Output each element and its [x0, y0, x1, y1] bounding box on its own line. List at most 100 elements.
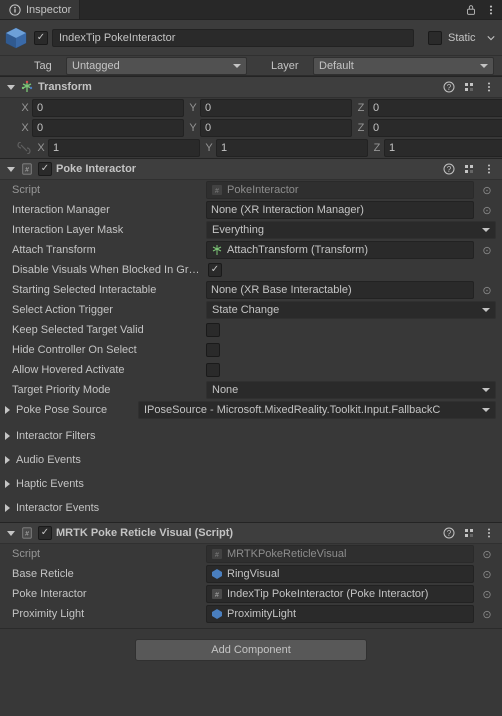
gameobject-icon[interactable]: [2, 24, 30, 52]
tag-label: Tag: [34, 60, 60, 72]
svg-text:#: #: [215, 188, 219, 195]
inspector-tab[interactable]: Inspector: [0, 0, 80, 19]
svg-text:#: #: [25, 531, 29, 538]
transform-icon: [211, 244, 223, 256]
object-picker-icon[interactable]: ⊙: [478, 201, 496, 219]
preset-icon[interactable]: [462, 526, 476, 540]
scale-y[interactable]: [216, 139, 368, 157]
transform-icon: [20, 80, 34, 94]
preset-icon[interactable]: [462, 80, 476, 94]
tag-layer-row: Tag Untagged Layer Default: [0, 56, 502, 76]
position-z[interactable]: [368, 99, 502, 117]
active-checkbox[interactable]: [34, 31, 48, 45]
interactor-events-foldout[interactable]: Interactor Events: [0, 498, 502, 518]
gameobject-header: Static: [0, 20, 502, 56]
poke-interactor-enabled[interactable]: [38, 162, 52, 176]
static-checkbox[interactable]: [428, 31, 442, 45]
svg-text:#: #: [215, 592, 219, 599]
gameobject-icon: [211, 608, 223, 620]
preset-icon[interactable]: [462, 162, 476, 176]
layer-mask-dropdown[interactable]: Everything: [206, 221, 496, 239]
tag-dropdown[interactable]: Untagged: [66, 57, 247, 75]
base-reticle-row: Base Reticle RingVisual ⊙: [0, 564, 502, 584]
position-row: Position X Y Z: [0, 98, 502, 118]
poke-interactor-header[interactable]: # Poke Interactor ?: [0, 158, 502, 180]
attach-transform-row: Attach Transform AttachTransform (Transf…: [0, 240, 502, 260]
position-x[interactable]: [32, 99, 184, 117]
add-component-button[interactable]: Add Component: [135, 639, 367, 661]
object-picker-icon[interactable]: ⊙: [478, 281, 496, 299]
rotation-z[interactable]: [368, 119, 502, 137]
foldout-icon[interactable]: [2, 405, 12, 415]
kebab-menu-icon[interactable]: [484, 3, 498, 17]
kebab-menu-icon[interactable]: [482, 526, 496, 540]
kebab-menu-icon[interactable]: [482, 162, 496, 176]
svg-text:#: #: [215, 552, 219, 559]
transform-header[interactable]: Transform ?: [0, 76, 502, 98]
object-picker-icon[interactable]: ⊙: [478, 241, 496, 259]
script-icon: #: [20, 526, 34, 540]
audio-events-foldout[interactable]: Audio Events: [0, 450, 502, 470]
attach-transform-field[interactable]: AttachTransform (Transform): [206, 241, 474, 259]
interaction-manager-field[interactable]: None (XR Interaction Manager): [206, 201, 474, 219]
object-picker-icon[interactable]: ⊙: [478, 545, 496, 563]
rotation-x[interactable]: [32, 119, 184, 137]
base-reticle-field[interactable]: RingVisual: [206, 565, 474, 583]
reticle-visual-enabled[interactable]: [38, 526, 52, 540]
hide-controller-checkbox[interactable]: [206, 343, 220, 357]
target-priority-dropdown[interactable]: None: [206, 381, 496, 399]
keep-selected-checkbox[interactable]: [206, 323, 220, 337]
starting-interactable-field[interactable]: None (XR Base Interactable): [206, 281, 474, 299]
static-dropdown-icon[interactable]: [486, 31, 496, 45]
poke-pose-row: Poke Pose Source IPoseSource - Microsoft…: [0, 400, 502, 420]
scale-z[interactable]: [384, 139, 502, 157]
rv-script-field: # MRTKPokeReticleVisual: [206, 545, 474, 563]
disable-visuals-checkbox[interactable]: [208, 263, 222, 277]
proximity-light-row: Proximity Light ProximityLight ⊙: [0, 604, 502, 624]
allow-hovered-row: Allow Hovered Activate: [0, 360, 502, 380]
help-icon[interactable]: ?: [442, 526, 456, 540]
rv-poke-interactor-field[interactable]: # IndexTip PokeInteractor (Poke Interact…: [206, 585, 474, 603]
help-icon[interactable]: ?: [442, 80, 456, 94]
reticle-visual-header[interactable]: # MRTK Poke Reticle Visual (Script) ?: [0, 522, 502, 544]
scale-x[interactable]: [48, 139, 200, 157]
select-action-row: Select Action Trigger State Change: [0, 300, 502, 320]
poke-pose-dropdown[interactable]: IPoseSource - Microsoft.MixedReality.Too…: [138, 401, 496, 419]
inspector-tab-label: Inspector: [26, 4, 71, 16]
layer-mask-row: Interaction Layer Mask Everything: [0, 220, 502, 240]
object-picker-icon[interactable]: ⊙: [478, 605, 496, 623]
csharp-icon: #: [211, 548, 223, 560]
object-picker-icon[interactable]: ⊙: [478, 565, 496, 583]
allow-hovered-checkbox[interactable]: [206, 363, 220, 377]
starting-interactable-row: Starting Selected Interactable None (XR …: [0, 280, 502, 300]
script-row: Script # PokeInteractor ⊙: [0, 180, 502, 200]
transform-title: Transform: [38, 81, 438, 93]
foldout-icon[interactable]: [6, 82, 16, 92]
rotation-y[interactable]: [200, 119, 352, 137]
select-action-dropdown[interactable]: State Change: [206, 301, 496, 319]
help-icon[interactable]: ?: [442, 162, 456, 176]
target-priority-row: Target Priority Mode None: [0, 380, 502, 400]
interactor-filters-foldout[interactable]: Interactor Filters: [0, 426, 502, 446]
reticle-visual-title: MRTK Poke Reticle Visual (Script): [56, 527, 438, 539]
interaction-manager-row: Interaction Manager None (XR Interaction…: [0, 200, 502, 220]
gameobject-icon: [211, 568, 223, 580]
keep-selected-row: Keep Selected Target Valid: [0, 320, 502, 340]
haptic-events-foldout[interactable]: Haptic Events: [0, 474, 502, 494]
foldout-icon: [2, 503, 12, 513]
disable-visuals-row: Disable Visuals When Blocked In Group: [0, 260, 502, 280]
layer-dropdown[interactable]: Default: [313, 57, 494, 75]
layer-label: Layer: [271, 60, 307, 72]
kebab-menu-icon[interactable]: [482, 80, 496, 94]
proximity-light-field[interactable]: ProximityLight: [206, 605, 474, 623]
position-y[interactable]: [200, 99, 352, 117]
foldout-icon[interactable]: [6, 528, 16, 538]
gameobject-name-input[interactable]: [52, 29, 414, 47]
object-picker-icon[interactable]: ⊙: [478, 181, 496, 199]
object-picker-icon[interactable]: ⊙: [478, 585, 496, 603]
svg-text:?: ?: [447, 83, 452, 92]
lock-icon[interactable]: [464, 3, 478, 17]
foldout-icon[interactable]: [6, 164, 16, 174]
hide-controller-row: Hide Controller On Select: [0, 340, 502, 360]
constrain-proportions-icon[interactable]: [16, 142, 32, 154]
